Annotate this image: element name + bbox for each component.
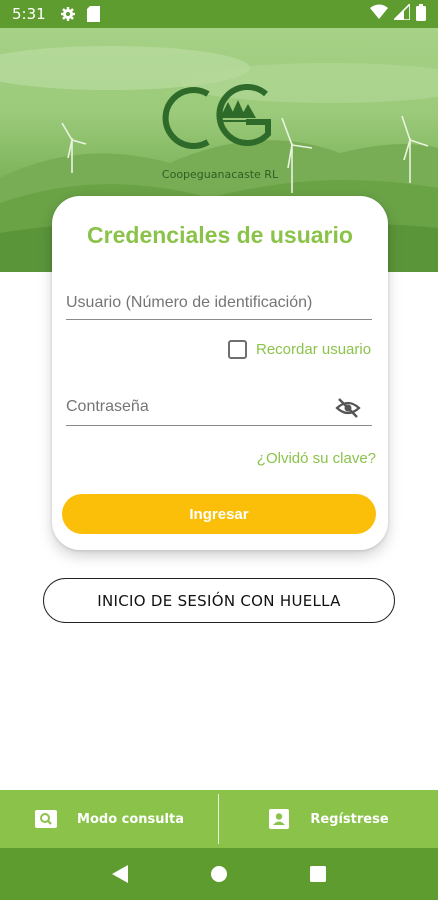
login-screen: 5:31 Coopeguanacaste RL Credenciales de … — [0, 0, 438, 900]
brand-name: Coopeguanacaste RL — [161, 168, 279, 181]
remember-checkbox[interactable] — [228, 340, 247, 359]
system-nav-bar — [0, 848, 438, 900]
password-input[interactable] — [66, 398, 316, 416]
tab-registrese[interactable]: Regístrese — [219, 790, 438, 848]
sd-card-icon — [84, 4, 104, 24]
settings-icon — [58, 4, 78, 24]
tab-label-registrese: Regístrese — [310, 811, 389, 827]
remember-user-toggle[interactable]: Recordar usuario — [228, 340, 371, 359]
search-document-icon — [35, 809, 58, 829]
contact-card-icon — [268, 809, 290, 829]
status-bar: 5:31 — [0, 0, 438, 28]
login-button[interactable]: Ingresar — [62, 494, 376, 534]
battery-icon — [416, 3, 426, 25]
wifi-icon — [370, 4, 388, 24]
username-field — [66, 294, 372, 320]
remember-label: Recordar usuario — [256, 341, 372, 358]
forgot-password-link[interactable]: ¿Olvidó su clave? — [257, 450, 376, 467]
recents-icon[interactable] — [303, 859, 333, 889]
back-icon[interactable] — [105, 859, 135, 889]
home-icon[interactable] — [204, 859, 234, 889]
login-card: Credenciales de usuario Recordar usuario… — [52, 196, 388, 550]
eye-off-icon[interactable] — [334, 396, 362, 420]
status-right-icons — [370, 2, 426, 25]
signal-icon — [392, 2, 411, 24]
tab-label-modo-consulta: Modo consulta — [77, 811, 184, 827]
password-field — [66, 396, 372, 426]
fingerprint-login-button[interactable]: INICIO DE SESIÓN CON HUELLA — [43, 578, 395, 623]
card-title: Credenciales de usuario — [87, 222, 353, 248]
username-input[interactable] — [66, 294, 372, 312]
bottom-tab-bar: Modo consulta Regístrese — [0, 790, 438, 848]
status-time: 5:31 — [12, 5, 46, 23]
tab-modo-consulta[interactable]: Modo consulta — [0, 790, 219, 848]
